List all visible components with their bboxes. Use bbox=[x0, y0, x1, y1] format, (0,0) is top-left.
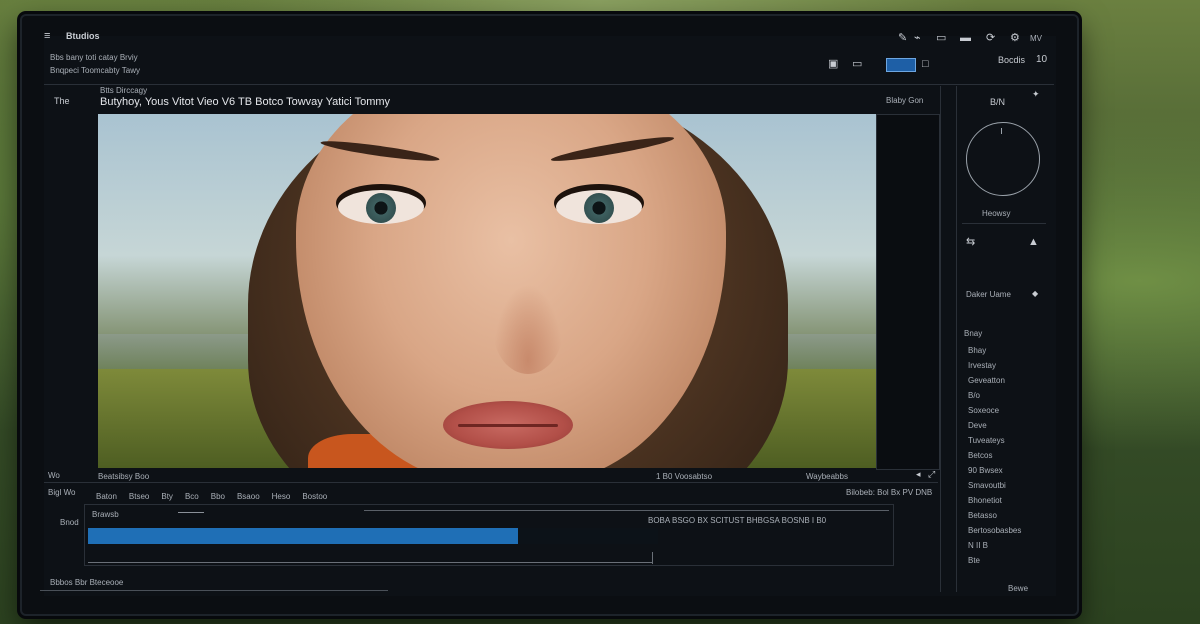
bottom-scrollbar[interactable] bbox=[40, 590, 388, 591]
right-panel-title: B/N bbox=[990, 97, 1006, 107]
header-caption: Btts Dirccagy bbox=[100, 86, 148, 95]
toolbar-right-label: Bocdis bbox=[998, 55, 1026, 65]
panel-item-1[interactable]: Daker Uame bbox=[966, 290, 1011, 299]
list-item[interactable]: Betasso bbox=[968, 511, 1048, 526]
timeline-tab[interactable]: Heso bbox=[272, 492, 291, 501]
timeline-tab[interactable]: Bco bbox=[185, 492, 199, 501]
right-eye bbox=[556, 190, 642, 224]
panel-divider-line bbox=[962, 223, 1046, 224]
timeline-meta: BOBA BSGO BX SCITUST BHBGSA BOSNB I B0 bbox=[648, 516, 827, 525]
layout-icon[interactable]: ▣ bbox=[828, 58, 838, 70]
timeline-tab[interactable]: Bbo bbox=[211, 492, 225, 501]
list-item[interactable]: Irvestay bbox=[968, 361, 1048, 376]
toolbar-right-value: 10 bbox=[1036, 54, 1048, 65]
panel-icon[interactable]: ▭ bbox=[852, 58, 862, 70]
volume-icon[interactable]: ◂ bbox=[916, 468, 921, 480]
preview-status: Waybeabbs bbox=[806, 472, 848, 481]
pen-icon[interactable]: ✎ bbox=[898, 32, 907, 44]
settings-icon[interactable]: ⚙ bbox=[1010, 32, 1020, 44]
left-eye bbox=[338, 190, 424, 224]
timeline-right-label: Bilobeb: Bol Bx PV DNB bbox=[846, 488, 933, 497]
list-item[interactable]: Bhonetiot bbox=[968, 496, 1048, 511]
app-title: Btudios bbox=[66, 31, 100, 41]
link-icon[interactable]: ⌁ bbox=[914, 32, 921, 44]
render-progress-track[interactable] bbox=[88, 528, 658, 544]
timeline-tab[interactable]: Btseo bbox=[129, 492, 149, 501]
window-icon[interactable]: ▭ bbox=[936, 32, 946, 44]
subject-nose bbox=[493, 284, 563, 374]
view-toggle-button[interactable] bbox=[886, 58, 916, 72]
divider bbox=[44, 84, 1054, 85]
preview-timecode: Beatsibsy Boo bbox=[98, 472, 150, 481]
timeline-tab[interactable]: Bsaoo bbox=[237, 492, 260, 501]
preview-side-strip bbox=[876, 114, 940, 470]
timeline-tabs: Baton Btseo Bty Bco Bbo Bsaoo Heso Bosto… bbox=[96, 492, 327, 501]
list-item[interactable]: Tuveateys bbox=[968, 436, 1048, 451]
dial-needle bbox=[1001, 128, 1002, 134]
list-item[interactable]: B/o bbox=[968, 391, 1048, 406]
subtitle-line-1: Bbs bany toti catay Brviy bbox=[50, 53, 138, 62]
list-item[interactable]: Bertosobasbes bbox=[968, 526, 1048, 541]
refresh-icon[interactable]: ⟳ bbox=[986, 32, 995, 44]
preview-left-label: Wo bbox=[48, 471, 60, 480]
menu-icon[interactable]: ≡ bbox=[44, 30, 50, 42]
timeline-label: Bigl Wo bbox=[48, 488, 76, 497]
list-item[interactable]: Smavoutbi bbox=[968, 481, 1048, 496]
timeline-row-label: Bnod bbox=[60, 518, 79, 527]
panel-divider-2 bbox=[956, 86, 957, 592]
header-right-label: Blaby Gon bbox=[886, 96, 924, 105]
track-marker bbox=[178, 512, 204, 513]
square-icon[interactable]: □ bbox=[922, 58, 929, 70]
color-wheel-dial[interactable] bbox=[966, 122, 1040, 196]
dial-label: Heowsy bbox=[982, 209, 1011, 218]
minimize-icon[interactable]: ▬ bbox=[960, 32, 971, 44]
timeline-top-divider bbox=[44, 482, 938, 483]
timeline-tab[interactable]: Baton bbox=[96, 492, 117, 501]
timeline-tab[interactable]: Bty bbox=[161, 492, 173, 501]
panel-divider bbox=[940, 86, 941, 592]
list-item[interactable]: Geveatton bbox=[968, 376, 1048, 391]
swap-icon[interactable]: ⇆ bbox=[966, 236, 975, 248]
video-title: Butyhoy, Yous Vitot Vieo V6 TB Botco Tow… bbox=[100, 96, 391, 108]
panel-list: Bhay Irvestay Geveatton B/o Soxeoce Deve… bbox=[968, 346, 1048, 571]
scrub-handle[interactable] bbox=[652, 552, 653, 564]
subtitle-line-2: Bnqpeci Toomcabty Tawy bbox=[50, 66, 140, 75]
list-item[interactable]: Bhay bbox=[968, 346, 1048, 361]
list-item[interactable]: Betcos bbox=[968, 451, 1048, 466]
scrub-bar[interactable] bbox=[88, 562, 653, 563]
subject-lip-line bbox=[458, 424, 558, 427]
panel-section: Bnay bbox=[964, 329, 983, 338]
render-progress-fill bbox=[88, 528, 519, 544]
list-item[interactable]: Bte bbox=[968, 556, 1048, 571]
panel-pin-icon[interactable]: ✦ bbox=[1032, 88, 1040, 100]
track-guide-line bbox=[364, 510, 889, 511]
timeline-track-label: Brawsb bbox=[92, 510, 119, 519]
list-item[interactable]: Soxeoce bbox=[968, 406, 1048, 421]
window-label: MV bbox=[1030, 34, 1042, 43]
preview-frame-info: 1 B0 Voosabtso bbox=[656, 472, 713, 481]
timeline-footer-label: Bbbos Bbr Bteceooe bbox=[50, 578, 124, 587]
arrow-up-icon[interactable]: ▲ bbox=[1028, 236, 1039, 248]
list-item[interactable]: 90 Bwsex bbox=[968, 466, 1048, 481]
timeline-tab[interactable]: Bostoo bbox=[302, 492, 327, 501]
list-item[interactable]: Deve bbox=[968, 421, 1048, 436]
header-left-label: The bbox=[54, 96, 70, 106]
fullscreen-icon[interactable]: ⤢ bbox=[928, 468, 935, 480]
right-panel-footer: Bewe bbox=[1008, 584, 1029, 593]
video-preview[interactable] bbox=[98, 114, 876, 468]
item-dropdown-icon[interactable]: ◆ bbox=[1032, 288, 1038, 300]
list-item[interactable]: N II B bbox=[968, 541, 1048, 556]
